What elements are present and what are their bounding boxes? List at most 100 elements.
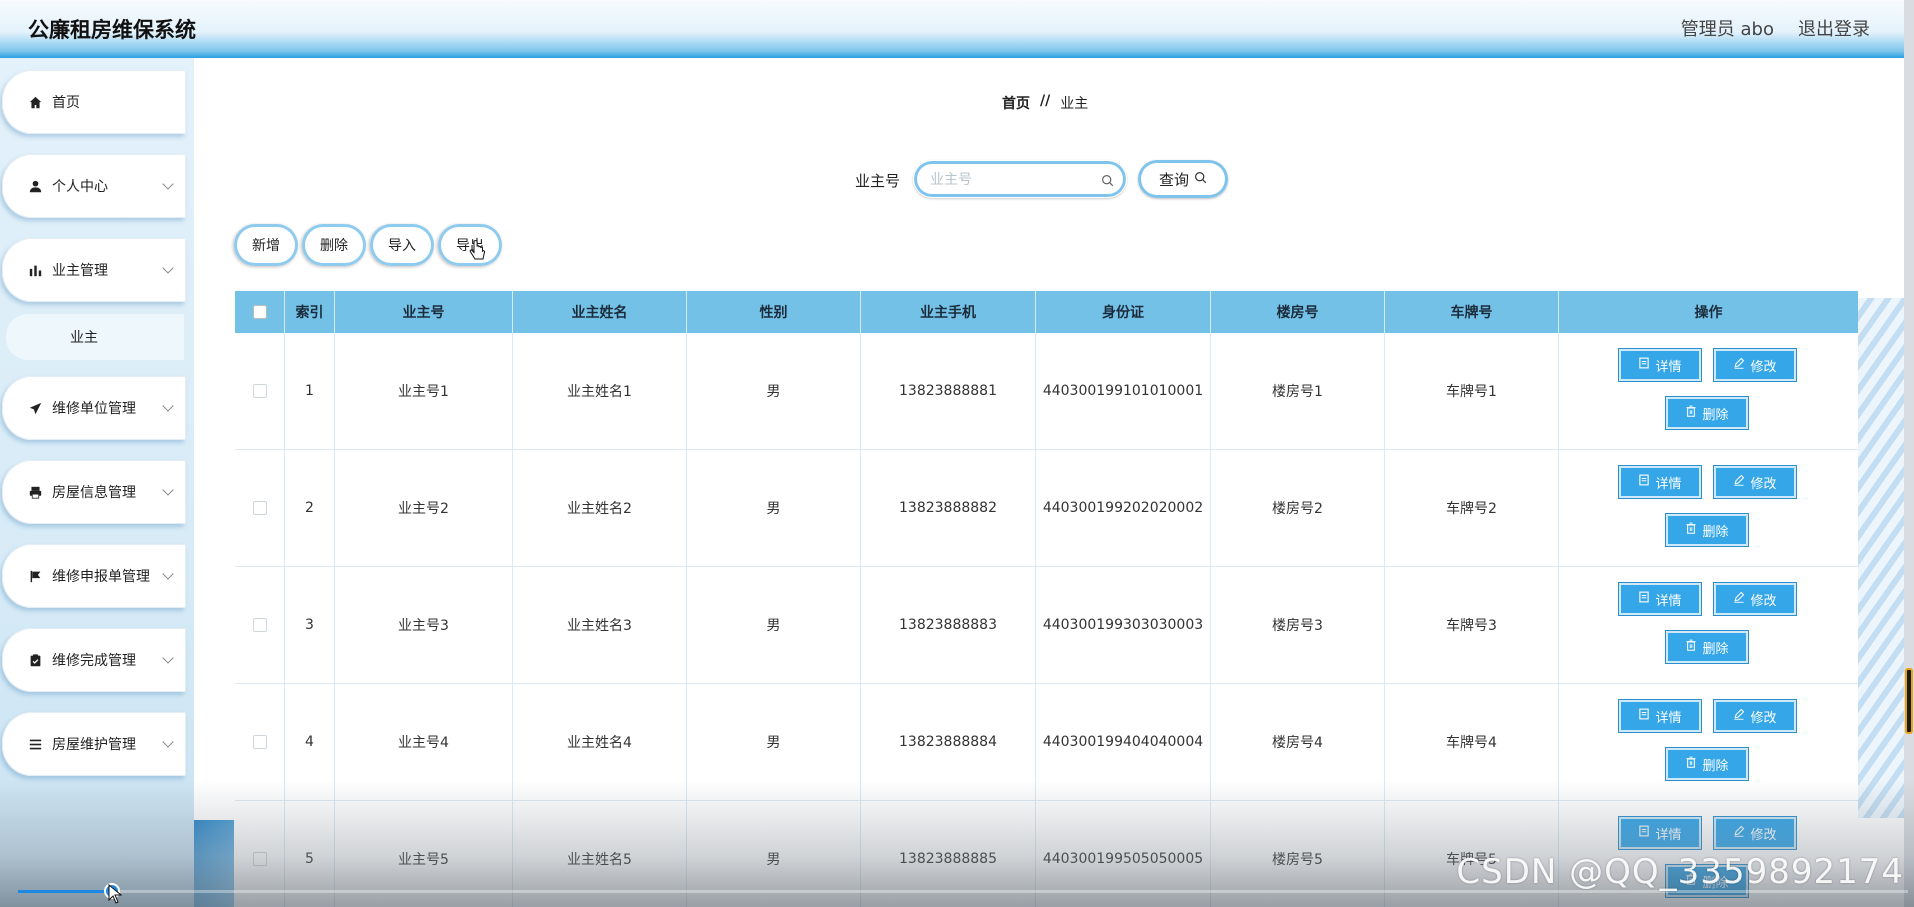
sidebar-item-label: 首页 (52, 95, 80, 111)
cell-owner-no: 业主号2 (335, 450, 513, 566)
detail-button[interactable]: 详情 (1619, 700, 1701, 732)
column-header: 楼房号 (1211, 291, 1385, 333)
edit-label: 修改 (1750, 476, 1777, 492)
sidebar-item-repair-complete-management[interactable]: 维修完成管理 (2, 628, 186, 692)
detail-icon (1638, 357, 1650, 373)
detail-label: 详情 (1655, 593, 1682, 609)
row-checkbox[interactable] (252, 384, 267, 398)
edit-button[interactable]: 修改 (1714, 349, 1796, 381)
hand-cursor-icon (468, 240, 486, 266)
cell-phone: 13823888881 (861, 333, 1036, 449)
cell-plate: 车牌号2 (1385, 450, 1559, 566)
trash-icon (1685, 756, 1697, 772)
detail-button[interactable]: 详情 (1619, 466, 1701, 498)
cell-id-card: 440300199303030003 (1036, 567, 1211, 683)
sidebar-item-personal-center[interactable]: 个人中心 (2, 154, 186, 218)
sidebar-item-house-info-management[interactable]: 房屋信息管理 (2, 460, 186, 524)
sidebar-subitem-owner[interactable]: 业主 (6, 314, 184, 360)
user-icon (28, 179, 42, 193)
cell-owner-no: 业主号4 (335, 684, 513, 800)
cell-plate: 车牌号1 (1385, 333, 1559, 449)
search-input[interactable] (930, 171, 1090, 187)
cell-index: 1 (285, 333, 335, 449)
edit-icon (1733, 708, 1745, 724)
column-header: 操作 (1694, 305, 1723, 321)
sidebar-item-home[interactable]: 首页 (2, 70, 186, 134)
search-box[interactable] (913, 160, 1127, 198)
detail-icon (1638, 474, 1650, 490)
watermark: CSDN @QQ_3359892174 (1456, 852, 1904, 892)
edit-button[interactable]: 修改 (1714, 817, 1796, 849)
query-button[interactable]: 查询 (1138, 160, 1228, 198)
cell-gender: 男 (687, 684, 861, 800)
table-row: 3 业主号3 业主姓名3 男 13823888883 440300199303030003… (235, 567, 1858, 684)
current-user-label[interactable]: 管理员 abo (1681, 15, 1774, 41)
sidebar-item-repair-request-management[interactable]: 维修申报单管理 (2, 544, 186, 608)
sidebar-item-repair-unit-management[interactable]: 维修单位管理 (2, 376, 186, 440)
edit-icon (1733, 591, 1745, 607)
cell-actions: 详情 修改删除 (1559, 684, 1858, 800)
detail-button[interactable]: 详情 (1619, 817, 1701, 849)
row-checkbox[interactable] (252, 735, 267, 749)
select-all-checkbox[interactable] (252, 305, 267, 319)
edit-label: 修改 (1750, 593, 1777, 609)
send-icon (28, 401, 42, 415)
edit-button[interactable]: 修改 (1714, 700, 1796, 732)
column-header: 身份证 (1036, 291, 1211, 333)
column-header: 业主手机 (861, 291, 1036, 333)
row-checkbox[interactable] (252, 618, 267, 632)
row-checkbox[interactable] (252, 501, 267, 515)
delete-button[interactable]: 删除 (1666, 631, 1748, 663)
import-button[interactable]: 导入 (370, 224, 434, 266)
chevron-down-icon (162, 484, 174, 496)
logout-link[interactable]: 退出登录 (1798, 15, 1870, 41)
breadcrumb-current: 业主 (1060, 96, 1089, 112)
top-bar: 公廉租房维保系统 管理员 abo 退出登录 (0, 0, 1914, 58)
column-header: 车牌号 (1385, 291, 1559, 333)
chevron-down-icon (162, 178, 174, 190)
sidebar-item-label: 房屋维护管理 (52, 737, 136, 753)
breadcrumb: 首页 // 业主 (1002, 93, 1088, 113)
sidebar-item-house-maintenance-management[interactable]: 房屋维护管理 (2, 712, 186, 776)
owner-table: 索引 业主号 业主姓名 性别 业主手机 身份证 楼房号 车牌号 操作 1 业主号1… (235, 291, 1858, 907)
batch-delete-button[interactable]: 删除 (302, 224, 366, 266)
scrollbar-thumb[interactable] (1905, 668, 1913, 734)
cell-id-card: 440300199101010001 (1036, 333, 1211, 449)
table-row: 2 业主号2 业主姓名2 男 13823888882 440300199202020002… (235, 450, 1858, 567)
cell-index: 2 (285, 450, 335, 566)
sidebar-item-owner-management[interactable]: 业主管理 (2, 238, 186, 302)
cell-actions: 详情 修改删除 (1559, 450, 1858, 566)
delete-button[interactable]: 删除 (1666, 748, 1748, 780)
edit-button[interactable]: 修改 (1714, 466, 1796, 498)
delete-button[interactable]: 删除 (1666, 514, 1748, 546)
edit-button[interactable]: 修改 (1714, 583, 1796, 615)
detail-icon (1638, 825, 1650, 841)
chevron-down-icon (162, 652, 174, 664)
select-cell (235, 567, 285, 683)
search-icon (1194, 170, 1207, 188)
cell-id-card: 440300199202020002 (1036, 450, 1211, 566)
list-icon (28, 737, 42, 751)
breadcrumb-home[interactable]: 首页 (1002, 93, 1030, 113)
delete-label: 删除 (1702, 524, 1729, 540)
row-checkbox[interactable] (252, 852, 267, 866)
sidebar-item-label: 维修申报单管理 (52, 569, 150, 585)
vertical-scrollbar[interactable] (1904, 0, 1914, 907)
edit-label: 修改 (1750, 359, 1777, 375)
cell-index: 4 (285, 684, 335, 800)
sidebar-item-label: 维修完成管理 (52, 653, 136, 669)
cell-actions: 详情 修改删除 (1559, 333, 1858, 449)
add-button[interactable]: 新增 (234, 224, 298, 266)
edit-icon (1733, 357, 1745, 373)
detail-icon (1638, 591, 1650, 607)
detail-button[interactable]: 详情 (1619, 349, 1701, 381)
detail-button[interactable]: 详情 (1619, 583, 1701, 615)
cell-building: 楼房号4 (1211, 684, 1385, 800)
cell-plate: 车牌号4 (1385, 684, 1559, 800)
delete-button[interactable]: 删除 (1666, 397, 1748, 429)
detail-label: 详情 (1655, 476, 1682, 492)
decorative-stripes (1852, 298, 1904, 818)
table-header: 索引 业主号 业主姓名 性别 业主手机 身份证 楼房号 车牌号 操作 (235, 291, 1858, 333)
trash-icon (1685, 522, 1697, 538)
edit-icon (1733, 474, 1745, 490)
